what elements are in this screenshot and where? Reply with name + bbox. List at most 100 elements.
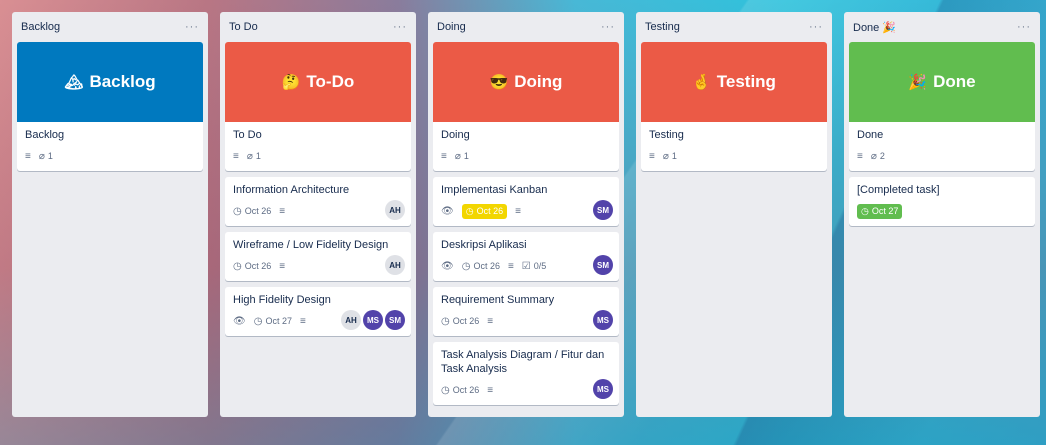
card-badges: ≡ ⌀ 1 xyxy=(441,147,611,165)
clock-icon: ◷ xyxy=(233,260,242,272)
card-testing[interactable]: 🤞 Testing Testing ≡ ⌀ 1 xyxy=(641,42,827,171)
avatar[interactable]: MS xyxy=(363,310,383,330)
card-title: Requirement Summary xyxy=(441,294,555,306)
checklist-badge: ☑ 0/5 xyxy=(522,261,546,272)
clock-icon: ◷ xyxy=(233,205,242,217)
description-icon: ≡ xyxy=(507,260,514,272)
card-badges: 👁 ◷ Oct 26 ≡ xyxy=(441,202,611,220)
clock-icon: ◷ xyxy=(465,205,474,216)
card-todo[interactable]: 🤔 To-Do To Do ≡ ⌀ 1 xyxy=(225,42,411,171)
clock-icon: ◷ xyxy=(461,260,471,272)
card-done[interactable]: 🎉 Done Done ≡ ⌀ 2 xyxy=(849,42,1035,171)
list-done: Done 🎉 ··· 🎉 Done Done ≡ ⌀ 2 [Completed … xyxy=(844,12,1040,417)
card-badges: ◷ Oct 26 ≡ xyxy=(441,312,611,330)
card-badges: ≡ ⌀ 1 xyxy=(233,147,403,165)
card-members: MS xyxy=(593,379,613,399)
list-menu-icon[interactable]: ··· xyxy=(1017,21,1031,33)
card-body: Wireframe / Low Fidelity Design ◷ Oct 26… xyxy=(225,232,411,281)
attachment-count: 1 xyxy=(671,151,677,161)
card-task-analysis[interactable]: Task Analysis Diagram / Fitur dan Task A… xyxy=(433,342,619,405)
card-badges: ◷ Oct 26 ≡ xyxy=(233,202,403,220)
avatar[interactable]: SM xyxy=(593,255,613,275)
card-body: Task Analysis Diagram / Fitur dan Task A… xyxy=(433,342,619,405)
avatar[interactable]: AH xyxy=(385,200,405,220)
due-date-badge[interactable]: ◷ Oct 26 xyxy=(461,203,508,219)
description-icon: ≡ xyxy=(279,260,286,272)
list-menu-icon[interactable]: ··· xyxy=(601,21,615,33)
card-badges: ≡ ⌀ 2 xyxy=(857,147,1027,165)
list-testing: Testing ··· 🤞 Testing Testing ≡ ⌀ 1 xyxy=(636,12,832,417)
card-body: Implementasi Kanban 👁 ◷ Oct 26 ≡ SM xyxy=(433,177,619,226)
card-information-architecture[interactable]: Information Architecture ◷ Oct 26 ≡ AH xyxy=(225,177,411,226)
card-body: Deskripsi Aplikasi 👁 ◷ Oct 26 ≡ ☑ 0/5 SM xyxy=(433,232,619,281)
due-date-badge: ◷ Oct 26 xyxy=(441,385,479,396)
sunglasses-face-icon: 😎 xyxy=(489,74,509,91)
kanban-board: Backlog ··· 🏔 Backlog Backlog ≡ ⌀ 1 To D… xyxy=(12,12,1040,417)
card-title: Backlog xyxy=(25,129,65,141)
card-body: Requirement Summary ◷ Oct 26 ≡ MS xyxy=(433,287,619,336)
card-badges: ≡ ⌀ 1 xyxy=(649,147,819,165)
party-popper-icon: 🎉 xyxy=(908,74,928,91)
avatar[interactable]: MS xyxy=(593,310,613,330)
list-menu-icon[interactable]: ··· xyxy=(185,21,199,33)
card-body: Doing ≡ ⌀ 1 xyxy=(433,122,619,171)
card-body: To Do ≡ ⌀ 1 xyxy=(225,122,411,171)
list-title[interactable]: Done 🎉 xyxy=(853,21,896,34)
card-badges: ◷ Oct 27 xyxy=(857,202,1027,220)
avatar[interactable]: AH xyxy=(385,255,405,275)
avatar[interactable]: MS xyxy=(593,379,613,399)
card-body: Information Architecture ◷ Oct 26 ≡ AH xyxy=(225,177,411,226)
checklist-count: 0/5 xyxy=(533,261,547,271)
attachment-count: 1 xyxy=(463,151,469,161)
list-title[interactable]: To Do xyxy=(229,21,258,33)
attachment-badge: ⌀ 1 xyxy=(247,151,261,162)
card-wireframe[interactable]: Wireframe / Low Fidelity Design ◷ Oct 26… xyxy=(225,232,411,281)
card-body: [Completed task] ◷ Oct 27 xyxy=(849,177,1035,226)
card-badges: ≡ ⌀ 1 xyxy=(25,147,195,165)
description-icon: ≡ xyxy=(857,150,863,162)
thinking-face-icon: 🤔 xyxy=(281,74,301,91)
card-deskripsi-aplikasi[interactable]: Deskripsi Aplikasi 👁 ◷ Oct 26 ≡ ☑ 0/5 SM xyxy=(433,232,619,281)
description-icon: ≡ xyxy=(233,150,239,162)
description-icon: ≡ xyxy=(515,205,521,217)
card-high-fidelity[interactable]: High Fidelity Design 👁 ◷ Oct 27 ≡ AH MS … xyxy=(225,287,411,336)
avatar[interactable]: SM xyxy=(385,310,405,330)
due-date-badge: ◷ Oct 26 xyxy=(462,261,500,272)
card-title: High Fidelity Design xyxy=(233,294,331,306)
list-header: Doing ··· xyxy=(433,12,619,42)
card-body: Testing ≡ ⌀ 1 xyxy=(641,122,827,171)
card-badges: ◷ Oct 26 ≡ xyxy=(233,257,403,275)
card-title: Wireframe / Low Fidelity Design xyxy=(233,239,389,251)
card-requirement-summary[interactable]: Requirement Summary ◷ Oct 26 ≡ MS xyxy=(433,287,619,336)
list-title[interactable]: Backlog xyxy=(21,21,60,33)
due-date: Oct 27 xyxy=(265,316,292,326)
checklist-icon: ☑ xyxy=(521,260,531,272)
avatar[interactable]: AH xyxy=(341,310,361,330)
description-icon: ≡ xyxy=(279,205,286,217)
due-date-badge[interactable]: ◷ Oct 27 xyxy=(857,203,903,219)
due-date-badge: ◷ Oct 27 xyxy=(254,316,292,327)
mountain-icon: 🏔 xyxy=(64,74,84,91)
avatar[interactable]: SM xyxy=(593,200,613,220)
card-title: Implementasi Kanban xyxy=(441,184,548,196)
attachment-icon: ⌀ xyxy=(454,150,461,162)
card-completed-task[interactable]: [Completed task] ◷ Oct 27 xyxy=(849,177,1035,226)
attachment-icon: ⌀ xyxy=(38,150,45,162)
card-cover: 🤔 To-Do xyxy=(225,42,411,122)
card-backlog[interactable]: 🏔 Backlog Backlog ≡ ⌀ 1 xyxy=(17,42,203,171)
attachment-count: 1 xyxy=(255,151,261,161)
attachment-icon: ⌀ xyxy=(246,150,253,162)
attachment-icon: ⌀ xyxy=(870,150,877,162)
list-menu-icon[interactable]: ··· xyxy=(809,21,823,33)
card-cover: 🏔 Backlog xyxy=(17,42,203,122)
clock-icon: ◷ xyxy=(441,384,450,396)
card-implementasi-kanban[interactable]: Implementasi Kanban 👁 ◷ Oct 26 ≡ SM xyxy=(433,177,619,226)
due-date: Oct 27 xyxy=(871,206,899,216)
attachment-badge: ⌀ 1 xyxy=(455,151,469,162)
card-doing[interactable]: 😎 Doing Doing ≡ ⌀ 1 xyxy=(433,42,619,171)
list-title[interactable]: Doing xyxy=(437,21,466,33)
list-header: Backlog ··· xyxy=(17,12,203,42)
list-title[interactable]: Testing xyxy=(645,21,680,33)
list-menu-icon[interactable]: ··· xyxy=(393,21,407,33)
list-doing: Doing ··· 😎 Doing Doing ≡ ⌀ 1 Implementa… xyxy=(428,12,624,417)
